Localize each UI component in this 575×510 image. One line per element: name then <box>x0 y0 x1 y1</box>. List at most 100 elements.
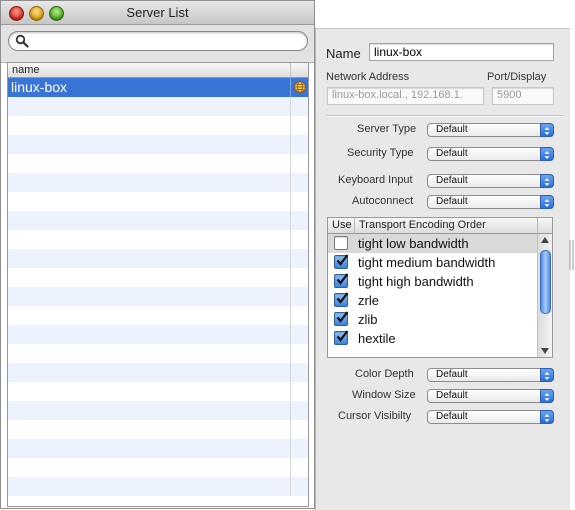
server-table: name linux-box <box>7 62 309 507</box>
table-row[interactable] <box>8 344 308 363</box>
column-header-encoding-order[interactable]: Transport Encoding Order <box>359 219 486 231</box>
table-row[interactable] <box>8 173 308 192</box>
security-type-popup[interactable]: Default <box>427 147 554 161</box>
up-down-chevron-icon <box>540 195 554 209</box>
up-down-chevron-icon <box>540 368 554 382</box>
use-checkbox[interactable] <box>334 273 349 288</box>
search-input[interactable] <box>31 33 305 51</box>
encoding-list: tight low bandwidth tight medium bandwid… <box>328 234 538 356</box>
keyboard-input-popup[interactable]: Default <box>427 174 554 188</box>
window-title: Server List <box>126 5 189 20</box>
drawer-resize-grip-icon[interactable] <box>569 240 575 270</box>
use-checkbox[interactable] <box>334 311 349 326</box>
column-divider <box>290 477 291 496</box>
encoding-row[interactable]: tight high bandwidth <box>328 272 538 291</box>
server-list-window: Server List name linux-box <box>0 0 315 509</box>
encoding-label: hextile <box>358 331 396 346</box>
cursor-visibility-popup[interactable]: Default <box>427 410 554 424</box>
column-divider <box>290 287 291 306</box>
table-row[interactable] <box>8 401 308 420</box>
table-row[interactable] <box>8 211 308 230</box>
table-row[interactable] <box>8 230 308 249</box>
column-divider <box>290 420 291 439</box>
column-divider <box>290 363 291 382</box>
color-depth-popup[interactable]: Default <box>427 368 554 382</box>
column-divider <box>290 439 291 458</box>
encoding-row[interactable]: zrle <box>328 291 538 310</box>
encoding-table-header: Use Transport Encoding Order <box>328 218 552 234</box>
column-divider <box>290 135 291 154</box>
checkmark-icon <box>336 311 349 323</box>
table-row[interactable] <box>8 458 308 477</box>
encoding-row[interactable]: tight medium bandwidth <box>328 253 538 272</box>
column-divider <box>290 97 291 116</box>
encoding-label: tight high bandwidth <box>358 274 474 289</box>
table-row[interactable] <box>8 420 308 439</box>
autoconnect-popup[interactable]: Default <box>427 195 554 209</box>
cursor-visibility-label: Cursor Visibilty <box>338 410 412 422</box>
table-row[interactable] <box>8 116 308 135</box>
column-divider <box>290 268 291 287</box>
table-row[interactable] <box>8 382 308 401</box>
column-divider <box>290 401 291 420</box>
encoding-row[interactable]: tight low bandwidth <box>328 234 538 253</box>
encoding-row[interactable]: zlib <box>328 310 538 329</box>
window-size-value: Default <box>436 390 468 401</box>
network-globe-icon <box>294 81 306 93</box>
name-field[interactable]: linux-box <box>369 43 554 61</box>
use-checkbox[interactable] <box>334 330 349 345</box>
column-header-use[interactable]: Use <box>332 219 352 231</box>
table-row[interactable] <box>8 135 308 154</box>
table-row[interactable] <box>8 287 308 306</box>
server-type-label: Server Type <box>357 123 417 135</box>
scroll-up-arrow-icon[interactable] <box>541 237 549 243</box>
encoding-scrollbar[interactable] <box>537 234 552 357</box>
table-row[interactable] <box>8 154 308 173</box>
table-row[interactable] <box>8 306 308 325</box>
security-type-value: Default <box>436 148 468 159</box>
encoding-order-table: Use Transport Encoding Order tight low b… <box>327 217 553 358</box>
server-type-popup[interactable]: Default <box>427 123 554 137</box>
column-divider <box>290 154 291 173</box>
use-checkbox[interactable] <box>334 254 349 269</box>
column-divider <box>290 78 291 97</box>
network-address-field: linux-box.local., 192.168.1. <box>327 87 484 105</box>
column-divider <box>290 382 291 401</box>
window-size-popup[interactable]: Default <box>427 389 554 403</box>
keyboard-input-value: Default <box>436 175 468 186</box>
encoding-row[interactable]: hextile <box>328 329 538 348</box>
table-row[interactable] <box>8 325 308 344</box>
network-address-label: Network Address <box>326 71 410 83</box>
use-checkbox[interactable] <box>334 236 348 250</box>
port-display-label: Port/Display <box>487 71 547 83</box>
column-divider <box>290 230 291 249</box>
table-row[interactable] <box>8 97 308 116</box>
table-row[interactable] <box>8 439 308 458</box>
column-divider <box>290 116 291 135</box>
use-checkbox[interactable] <box>334 292 349 307</box>
color-depth-label: Color Depth <box>355 368 414 380</box>
cursor-visibility-value: Default <box>436 411 468 422</box>
autoconnect-label: Autoconnect <box>352 195 414 207</box>
table-row[interactable] <box>8 363 308 382</box>
column-divider <box>290 173 291 192</box>
checkmark-icon <box>336 330 349 342</box>
server-table-header[interactable]: name <box>8 63 308 78</box>
column-header-name[interactable]: name <box>12 63 40 77</box>
column-divider <box>290 458 291 477</box>
up-down-chevron-icon <box>540 389 554 403</box>
table-row[interactable] <box>8 192 308 211</box>
column-divider <box>290 211 291 230</box>
scroll-down-arrow-icon[interactable] <box>541 348 549 354</box>
table-row[interactable] <box>8 268 308 287</box>
table-row[interactable] <box>8 477 308 496</box>
scroll-thumb[interactable] <box>540 250 551 314</box>
search-field[interactable] <box>8 31 308 51</box>
column-divider <box>290 325 291 344</box>
encoding-label: tight low bandwidth <box>358 236 469 251</box>
title-bar[interactable]: Server List <box>1 1 314 25</box>
table-row[interactable] <box>8 249 308 268</box>
autoconnect-value: Default <box>436 196 468 207</box>
column-divider <box>290 192 291 211</box>
table-row[interactable]: linux-box <box>8 78 308 97</box>
